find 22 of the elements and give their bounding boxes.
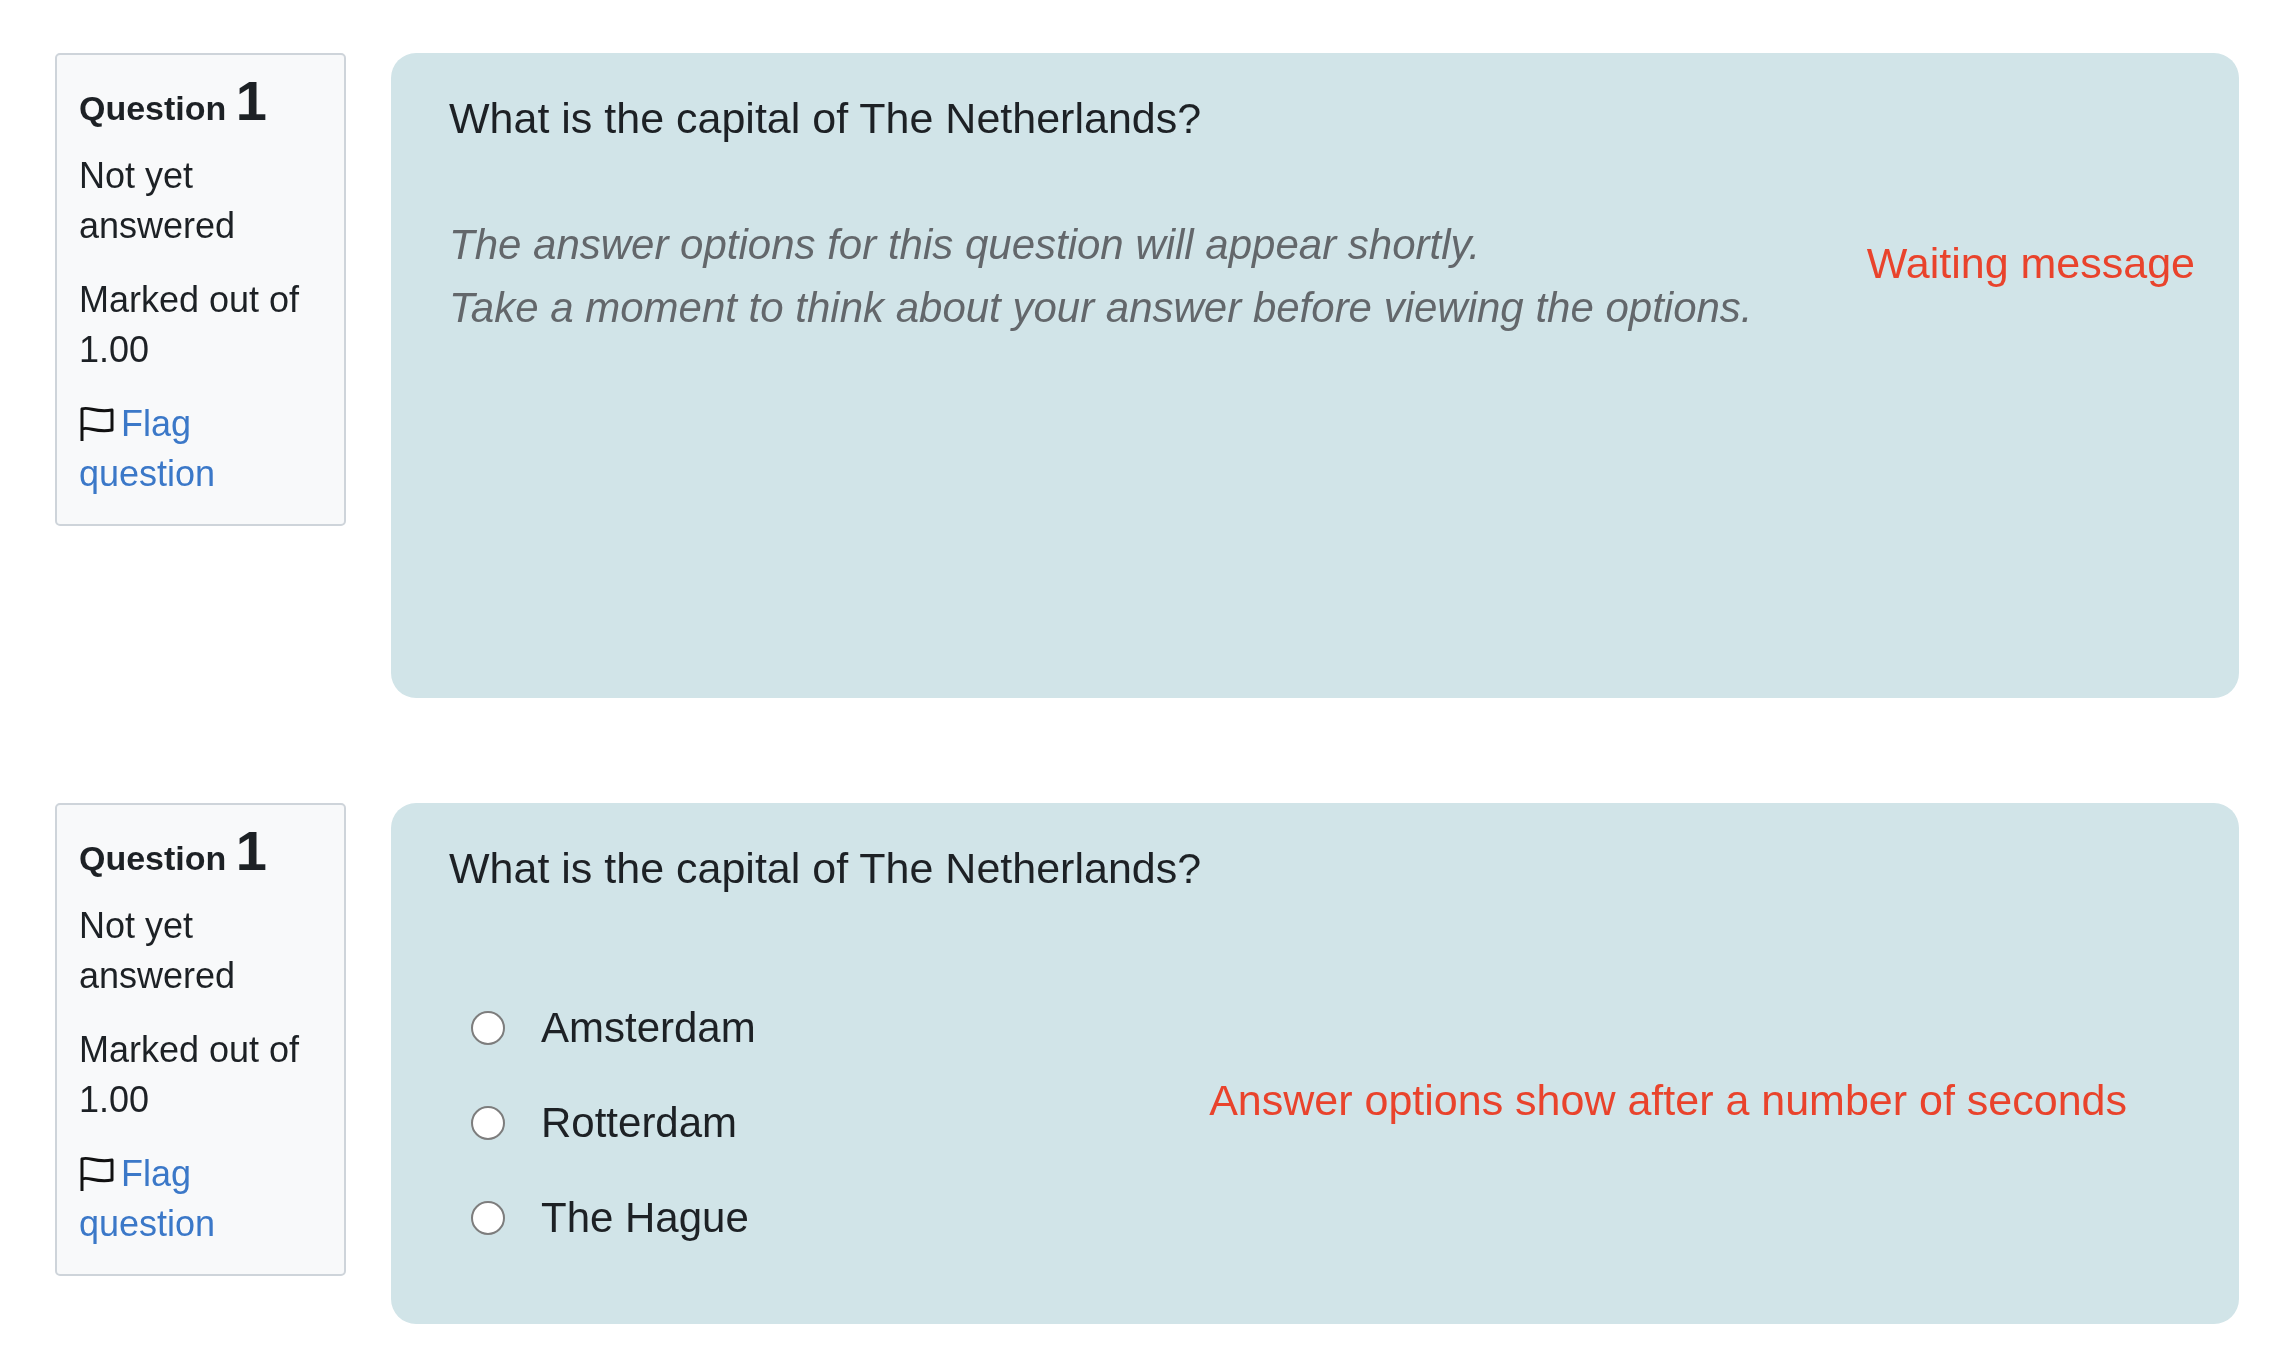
answer-option-label[interactable]: The Hague bbox=[541, 1186, 749, 1249]
question-number: 1 bbox=[235, 69, 267, 132]
radio-button[interactable] bbox=[471, 1200, 505, 1235]
question-label: Question bbox=[79, 89, 227, 127]
annotation-text: Answer options show after a number of seconds bbox=[1209, 1075, 2127, 1125]
grade-text: Marked out of 1.00 bbox=[79, 1028, 301, 1122]
flag-question-link[interactable]: Flag question bbox=[79, 1149, 322, 1249]
question-status-text: Not yet answered bbox=[79, 154, 237, 248]
question-label: Question bbox=[79, 839, 227, 877]
waiting-message-text: The answer options for this question will appear shortly. bbox=[449, 220, 1481, 270]
question-text: What is the capital of The Netherlands? bbox=[449, 93, 1202, 144]
annotation-text: Waiting message bbox=[1866, 238, 2195, 288]
answer-option-label[interactable]: Amsterdam bbox=[541, 996, 756, 1059]
question-status-text: Not yet answered bbox=[79, 904, 237, 998]
question-number: 1 bbox=[235, 819, 267, 882]
flag-question-link[interactable]: Flag question bbox=[79, 399, 322, 499]
radio-button[interactable] bbox=[471, 1010, 505, 1045]
grade-text: Marked out of 1.00 bbox=[79, 278, 301, 372]
answer-option-label[interactable]: Rotterdam bbox=[541, 1091, 738, 1154]
waiting-message-text: Take a moment to think about your answer before viewing the options. bbox=[449, 283, 1753, 333]
radio-button[interactable] bbox=[471, 1105, 505, 1140]
question-text: What is the capital of The Netherlands? bbox=[449, 843, 1202, 894]
